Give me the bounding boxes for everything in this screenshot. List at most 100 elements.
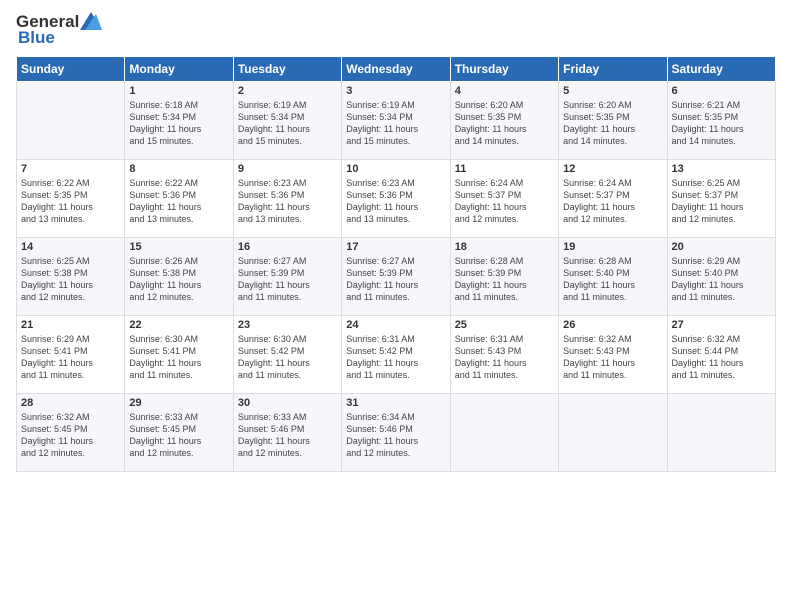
calendar-cell: 17Sunrise: 6:27 AM Sunset: 5:39 PM Dayli… [342, 238, 450, 316]
cell-info: Sunrise: 6:27 AM Sunset: 5:39 PM Dayligh… [346, 255, 445, 304]
calendar-cell: 23 Sunrise: 6:30 AM Sunset: 5:42 PM Dayli… [233, 316, 341, 394]
calendar-cell: 1 Sunrise: 6:18 AM Sunset: 5:34 PM Daylig… [125, 82, 233, 160]
calendar-cell: 20 Sunrise: 6:29 AM Sunset: 5:40 PM Dayli… [667, 238, 775, 316]
day-number: 28 [21, 397, 120, 409]
day-number: 11 [455, 163, 554, 175]
cell-info: Sunrise: 6:24 AM Sunset: 5:37 PM Dayligh… [455, 177, 554, 226]
calendar-cell: 21 Sunrise: 6:29 AM Sunset: 5:41 PM Dayli… [17, 316, 125, 394]
calendar-cell: 24Sunrise: 6:31 AM Sunset: 5:42 PM Dayli… [342, 316, 450, 394]
calendar-cell [17, 82, 125, 160]
calendar-cell: 7 Sunrise: 6:22 AM Sunset: 5:35 PM Daylig… [17, 160, 125, 238]
header-row: SundayMondayTuesdayWednesdayThursdayFrid… [17, 57, 776, 82]
cell-info: Sunrise: 6:21 AM Sunset: 5:35 PM Dayligh… [672, 99, 771, 148]
day-number: 19 [563, 241, 662, 253]
calendar-cell: 6 Sunrise: 6:21 AM Sunset: 5:35 PM Daylig… [667, 82, 775, 160]
weekday-header: Saturday [667, 57, 775, 82]
calendar-cell: 19 Sunrise: 6:28 AM Sunset: 5:40 PM Dayli… [559, 238, 667, 316]
day-number: 31 [346, 397, 445, 409]
cell-info: Sunrise: 6:18 AM Sunset: 5:34 PM Dayligh… [129, 99, 228, 148]
day-number: 6 [672, 85, 771, 97]
day-number: 1 [129, 85, 228, 97]
calendar-cell: 2Sunrise: 6:19 AM Sunset: 5:34 PM Daylig… [233, 82, 341, 160]
day-number: 5 [563, 85, 662, 97]
calendar-cell [667, 394, 775, 472]
cell-info: Sunrise: 6:34 AM Sunset: 5:46 PM Dayligh… [346, 411, 445, 460]
day-number: 16 [238, 241, 337, 253]
weekday-header: Wednesday [342, 57, 450, 82]
cell-info: Sunrise: 6:30 AM Sunset: 5:42 PM Dayligh… [238, 333, 337, 382]
cell-info: Sunrise: 6:25 AM Sunset: 5:37 PM Dayligh… [672, 177, 771, 226]
page-container: General Blue SundayMondayTuesdayWednesda… [0, 0, 792, 612]
calendar-cell: 22 Sunrise: 6:30 AM Sunset: 5:41 PM Dayli… [125, 316, 233, 394]
calendar-cell: 13 Sunrise: 6:25 AM Sunset: 5:37 PM Dayli… [667, 160, 775, 238]
cell-info: Sunrise: 6:28 AM Sunset: 5:40 PM Dayligh… [563, 255, 662, 304]
calendar-week-row: 28Sunrise: 6:32 AM Sunset: 5:45 PM Dayli… [17, 394, 776, 472]
calendar-cell: 31 Sunrise: 6:34 AM Sunset: 5:46 PM Dayli… [342, 394, 450, 472]
day-number: 29 [129, 397, 228, 409]
calendar-cell [450, 394, 558, 472]
day-number: 7 [21, 163, 120, 175]
calendar-cell: 12 Sunrise: 6:24 AM Sunset: 5:37 PM Dayli… [559, 160, 667, 238]
calendar-cell: 27 Sunrise: 6:32 AM Sunset: 5:44 PM Dayli… [667, 316, 775, 394]
calendar-cell: 3 Sunrise: 6:19 AM Sunset: 5:34 PM Daylig… [342, 82, 450, 160]
day-number: 8 [129, 163, 228, 175]
weekday-header: Tuesday [233, 57, 341, 82]
cell-info: Sunrise: 6:23 AM Sunset: 5:36 PM Dayligh… [238, 177, 337, 226]
day-number: 30 [238, 397, 337, 409]
day-number: 18 [455, 241, 554, 253]
header: General Blue [16, 12, 776, 48]
cell-info: Sunrise: 6:31 AM Sunset: 5:43 PM Dayligh… [455, 333, 554, 382]
cell-info: Sunrise: 6:24 AM Sunset: 5:37 PM Dayligh… [563, 177, 662, 226]
day-number: 12 [563, 163, 662, 175]
calendar-cell: 14 Sunrise: 6:25 AM Sunset: 5:38 PM Dayli… [17, 238, 125, 316]
weekday-header: Sunday [17, 57, 125, 82]
day-number: 22 [129, 319, 228, 331]
day-number: 3 [346, 85, 445, 97]
calendar-week-row: 1 Sunrise: 6:18 AM Sunset: 5:34 PM Daylig… [17, 82, 776, 160]
day-number: 13 [672, 163, 771, 175]
calendar-cell: 4Sunrise: 6:20 AM Sunset: 5:35 PM Daylig… [450, 82, 558, 160]
cell-info: Sunrise: 6:28 AM Sunset: 5:39 PM Dayligh… [455, 255, 554, 304]
cell-info: Sunrise: 6:23 AM Sunset: 5:36 PM Dayligh… [346, 177, 445, 226]
calendar-cell: 5 Sunrise: 6:20 AM Sunset: 5:35 PM Daylig… [559, 82, 667, 160]
calendar-week-row: 14 Sunrise: 6:25 AM Sunset: 5:38 PM Dayli… [17, 238, 776, 316]
calendar-cell: 18 Sunrise: 6:28 AM Sunset: 5:39 PM Dayli… [450, 238, 558, 316]
cell-info: Sunrise: 6:20 AM Sunset: 5:35 PM Dayligh… [563, 99, 662, 148]
cell-info: Sunrise: 6:26 AM Sunset: 5:38 PM Dayligh… [129, 255, 228, 304]
calendar-week-row: 7 Sunrise: 6:22 AM Sunset: 5:35 PM Daylig… [17, 160, 776, 238]
cell-info: Sunrise: 6:22 AM Sunset: 5:35 PM Dayligh… [21, 177, 120, 226]
day-number: 25 [455, 319, 554, 331]
calendar-table: SundayMondayTuesdayWednesdayThursdayFrid… [16, 56, 776, 472]
weekday-header: Monday [125, 57, 233, 82]
day-number: 9 [238, 163, 337, 175]
day-number: 27 [672, 319, 771, 331]
cell-info: Sunrise: 6:33 AM Sunset: 5:46 PM Dayligh… [238, 411, 337, 460]
cell-info: Sunrise: 6:27 AM Sunset: 5:39 PM Dayligh… [238, 255, 337, 304]
cell-info: Sunrise: 6:29 AM Sunset: 5:41 PM Dayligh… [21, 333, 120, 382]
day-number: 21 [21, 319, 120, 331]
day-number: 2 [238, 85, 337, 97]
day-number: 10 [346, 163, 445, 175]
cell-info: Sunrise: 6:33 AM Sunset: 5:45 PM Dayligh… [129, 411, 228, 460]
cell-info: Sunrise: 6:31 AM Sunset: 5:42 PM Dayligh… [346, 333, 445, 382]
cell-info: Sunrise: 6:30 AM Sunset: 5:41 PM Dayligh… [129, 333, 228, 382]
logo: General Blue [16, 12, 102, 48]
cell-info: Sunrise: 6:25 AM Sunset: 5:38 PM Dayligh… [21, 255, 120, 304]
calendar-cell: 11 Sunrise: 6:24 AM Sunset: 5:37 PM Dayli… [450, 160, 558, 238]
calendar-cell: 25 Sunrise: 6:31 AM Sunset: 5:43 PM Dayli… [450, 316, 558, 394]
weekday-header: Friday [559, 57, 667, 82]
day-number: 23 [238, 319, 337, 331]
cell-info: Sunrise: 6:19 AM Sunset: 5:34 PM Dayligh… [346, 99, 445, 148]
cell-info: Sunrise: 6:29 AM Sunset: 5:40 PM Dayligh… [672, 255, 771, 304]
weekday-header: Thursday [450, 57, 558, 82]
calendar-cell: 29 Sunrise: 6:33 AM Sunset: 5:45 PM Dayli… [125, 394, 233, 472]
day-number: 14 [21, 241, 120, 253]
calendar-cell: 16 Sunrise: 6:27 AM Sunset: 5:39 PM Dayli… [233, 238, 341, 316]
logo-blue: Blue [18, 28, 55, 48]
cell-info: Sunrise: 6:22 AM Sunset: 5:36 PM Dayligh… [129, 177, 228, 226]
cell-info: Sunrise: 6:32 AM Sunset: 5:44 PM Dayligh… [672, 333, 771, 382]
logo-icon [80, 12, 102, 30]
calendar-cell: 28Sunrise: 6:32 AM Sunset: 5:45 PM Dayli… [17, 394, 125, 472]
day-number: 20 [672, 241, 771, 253]
calendar-cell: 9 Sunrise: 6:23 AM Sunset: 5:36 PM Daylig… [233, 160, 341, 238]
